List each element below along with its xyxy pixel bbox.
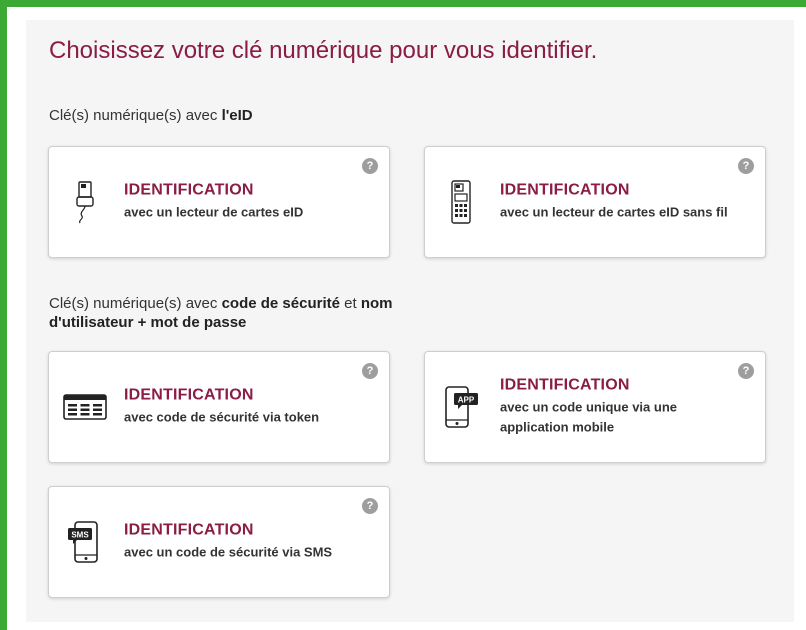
help-icon[interactable]: ? xyxy=(738,363,754,379)
help-icon[interactable]: ? xyxy=(362,363,378,379)
card-description: avec un lecteur de cartes eID xyxy=(124,204,304,220)
card-reader-icon xyxy=(61,178,109,226)
section-label-text: Clé(s) numérique(s) avec xyxy=(49,107,222,124)
card-title: IDENTIFICATION xyxy=(500,181,630,199)
help-icon[interactable]: ? xyxy=(362,498,378,514)
card-title: IDENTIFICATION xyxy=(124,521,254,539)
help-icon[interactable]: ? xyxy=(362,158,378,174)
card-description: avec un code de sécurité via SMS xyxy=(124,544,333,560)
section-label-bold: code de sécurité xyxy=(221,295,340,312)
sms-label: SMS xyxy=(71,531,89,540)
card-title: IDENTIFICATION xyxy=(124,386,254,404)
section-label-text: Clé(s) numérique(s) avec xyxy=(49,295,222,312)
token-icon xyxy=(61,383,109,431)
wireless-card-reader-icon xyxy=(437,178,485,226)
app-label: APP xyxy=(458,396,475,405)
card-wireless-eid-reader[interactable]: IDENTIFICATION avec un lecteur de cartes… xyxy=(424,146,766,258)
card-description: avec un code unique via une application … xyxy=(500,399,677,435)
card-mobile-app[interactable]: APP IDENTIFICATION avec un code unique v… xyxy=(424,351,766,463)
mobile-app-icon: APP xyxy=(437,383,485,431)
card-eid-reader[interactable]: IDENTIFICATION avec un lecteur de cartes… xyxy=(48,146,390,258)
section-label-bold: l'eID xyxy=(221,107,253,124)
card-description: avec code de sécurité via token xyxy=(124,409,320,425)
help-icon[interactable]: ? xyxy=(738,158,754,174)
section-label-eid: Clé(s) numérique(s) avec l'eID xyxy=(49,106,253,125)
card-sms[interactable]: SMS IDENTIFICATION avec un code de sécur… xyxy=(48,486,390,598)
card-title: IDENTIFICATION xyxy=(500,376,630,394)
card-description: avec un lecteur de cartes eID sans fil xyxy=(500,204,728,220)
section-label-security-code: Clé(s) numérique(s) avec code de sécurit… xyxy=(49,294,469,332)
card-title: IDENTIFICATION xyxy=(124,181,254,199)
sms-icon: SMS xyxy=(61,518,109,566)
page-title: Choisissez votre clé numérique pour vous… xyxy=(49,37,598,64)
section-label-text: et xyxy=(339,295,361,312)
card-token[interactable]: IDENTIFICATION avec code de sécurité via… xyxy=(48,351,390,463)
